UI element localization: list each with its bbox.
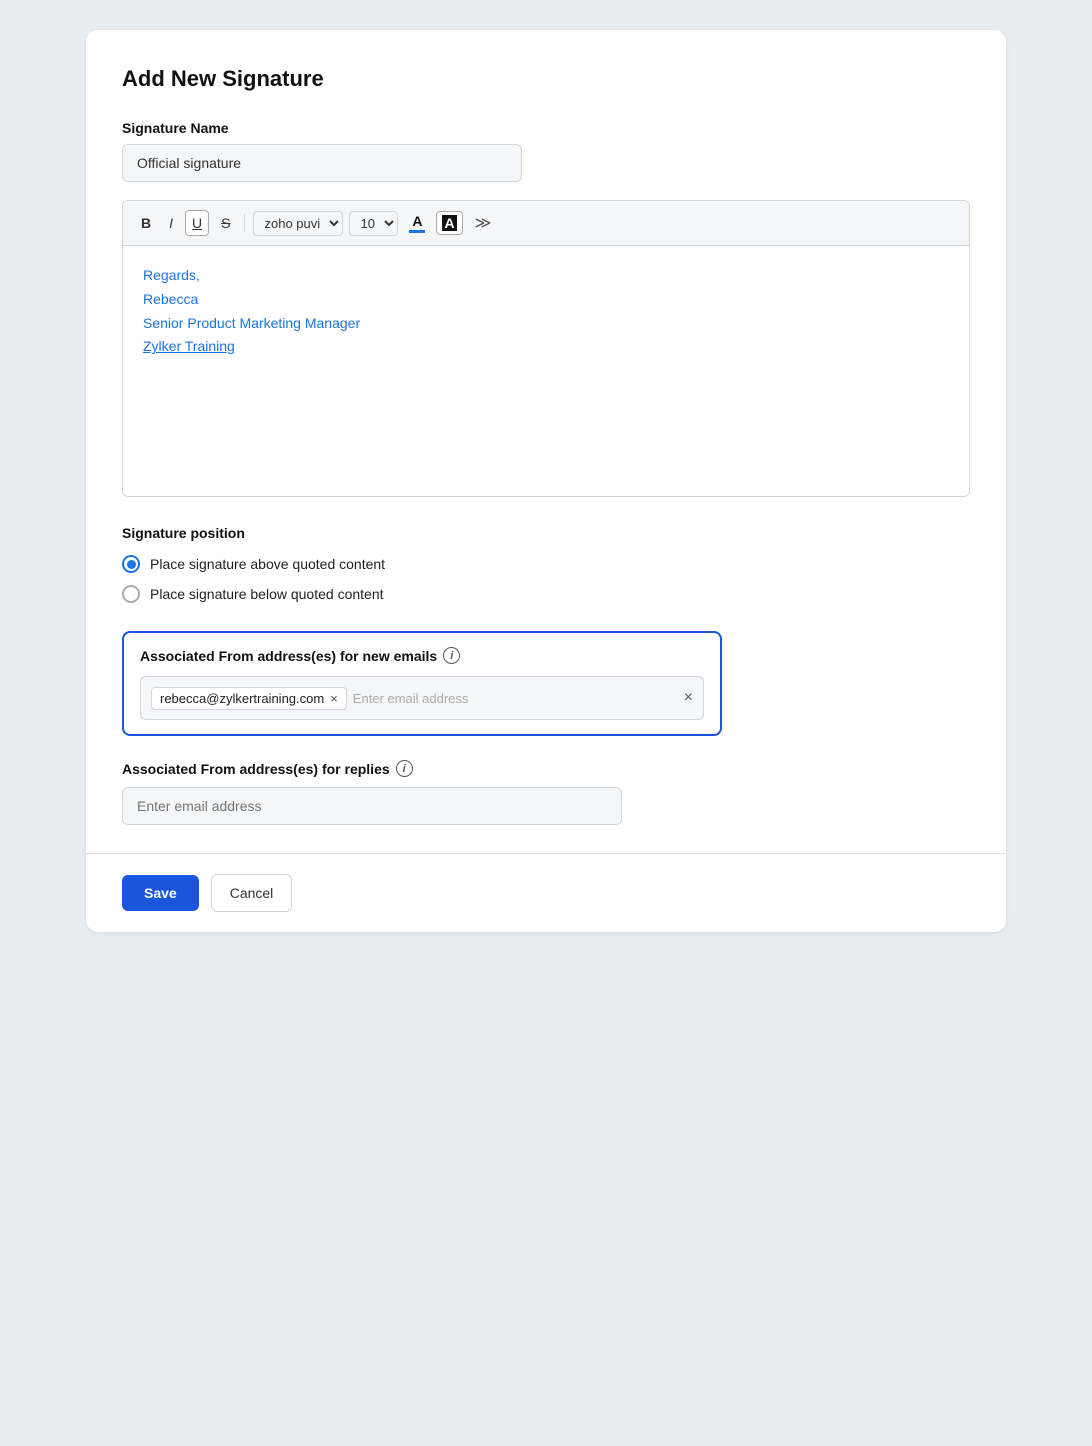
font-color-label: A xyxy=(412,213,422,229)
signature-editor: B I U S zoho puvi 10 A A xyxy=(122,200,970,497)
sig-line-2: Rebecca xyxy=(143,288,949,312)
bold-button[interactable]: B xyxy=(135,211,157,235)
associated-replies-label: Associated From address(es) for replies … xyxy=(122,760,970,777)
save-button[interactable]: Save xyxy=(122,875,199,911)
email-tag-remove[interactable]: × xyxy=(330,692,338,705)
footer-bar: Save Cancel xyxy=(86,853,1006,932)
radio-above-circle[interactable] xyxy=(122,555,140,573)
radio-above-label: Place signature above quoted content xyxy=(150,556,385,572)
editor-toolbar: B I U S zoho puvi 10 A A xyxy=(123,201,969,246)
font-highlight-label: A xyxy=(442,215,456,232)
associated-new-placeholder: Enter email address xyxy=(353,691,469,706)
signature-name-label: Signature Name xyxy=(122,120,970,136)
clear-all-button[interactable]: × xyxy=(684,689,693,707)
associated-new-input[interactable]: rebecca@zylkertraining.com × Enter email… xyxy=(140,676,704,720)
sig-line-1: Regards, xyxy=(143,264,949,288)
more-icon: ≫ xyxy=(475,213,492,233)
radio-below[interactable]: Place signature below quoted content xyxy=(122,585,970,603)
underline-button[interactable]: U xyxy=(185,210,209,236)
sig-line-4: Zylker Training xyxy=(143,335,949,359)
email-tag-rebecca: rebecca@zylkertraining.com × xyxy=(151,687,347,710)
signature-position-label: Signature position xyxy=(122,525,970,541)
associated-replies-info-icon[interactable]: i xyxy=(396,760,413,777)
more-toolbar-button[interactable]: ≫ xyxy=(469,209,498,237)
associated-new-info-icon[interactable]: i xyxy=(443,647,460,664)
radio-below-label: Place signature below quoted content xyxy=(150,586,384,602)
italic-icon: I xyxy=(169,215,173,231)
sig-link[interactable]: Zylker Training xyxy=(143,338,235,354)
strikethrough-icon: S xyxy=(221,215,230,231)
signature-position-group: Place signature above quoted content Pla… xyxy=(122,555,970,603)
font-family-select[interactable]: zoho puvi xyxy=(253,211,343,236)
email-tag-value: rebecca@zylkertraining.com xyxy=(160,691,324,706)
radio-below-circle[interactable] xyxy=(122,585,140,603)
strikethrough-button[interactable]: S xyxy=(215,211,236,235)
underline-icon: U xyxy=(192,215,202,231)
page-title: Add New Signature xyxy=(122,66,970,92)
font-highlight-button[interactable]: A xyxy=(436,211,462,236)
cancel-button[interactable]: Cancel xyxy=(211,874,293,912)
associated-replies-input-wrapper xyxy=(122,787,622,825)
font-color-bar xyxy=(409,230,425,233)
radio-above[interactable]: Place signature above quoted content xyxy=(122,555,970,573)
associated-replies-input[interactable] xyxy=(122,787,622,825)
associated-new-box: Associated From address(es) for new emai… xyxy=(122,631,722,736)
editor-body[interactable]: Regards, Rebecca Senior Product Marketin… xyxy=(123,246,969,496)
font-color-button[interactable]: A xyxy=(404,210,430,236)
font-size-select[interactable]: 10 xyxy=(349,211,398,236)
associated-replies-section: Associated From address(es) for replies … xyxy=(122,760,970,825)
italic-button[interactable]: I xyxy=(163,211,179,235)
add-signature-card: Add New Signature Signature Name B I U S… xyxy=(86,30,1006,932)
sig-line-3: Senior Product Marketing Manager xyxy=(143,312,949,336)
associated-new-label: Associated From address(es) for new emai… xyxy=(140,647,704,664)
bold-icon: B xyxy=(141,215,151,231)
signature-name-input[interactable] xyxy=(122,144,522,182)
toolbar-divider xyxy=(244,214,245,232)
